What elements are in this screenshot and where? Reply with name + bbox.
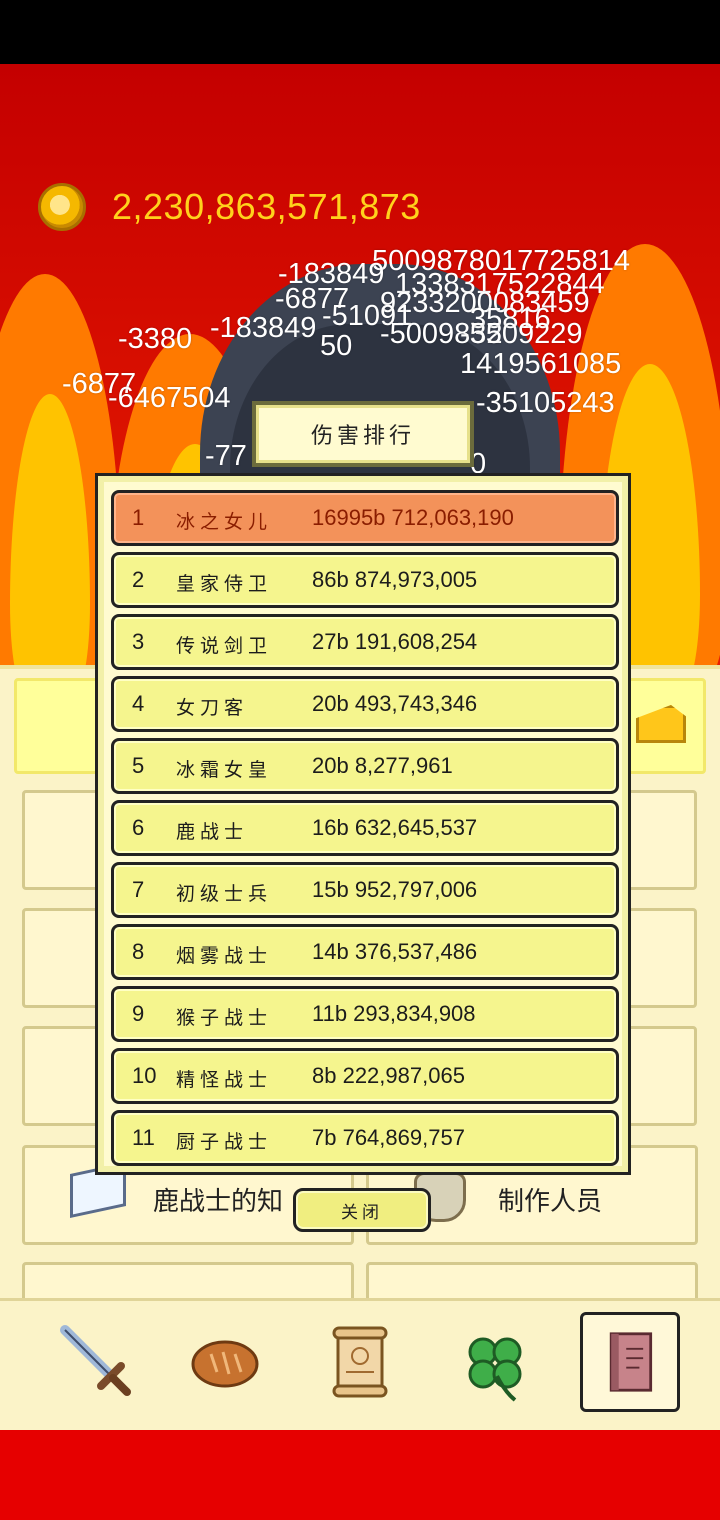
hero-name: 烟雾战士 — [176, 945, 273, 967]
nav-sword-button[interactable] — [45, 1312, 145, 1412]
book-icon — [609, 1332, 653, 1392]
coin-icon — [38, 183, 86, 231]
damage-number: -35105243 — [476, 387, 615, 419]
damage-score: 20b 8,277,961 — [312, 753, 453, 778]
damage-number: -6467504 — [108, 382, 231, 414]
damage-score: 15b 952,797,006 — [312, 877, 478, 902]
damage-score: 16995b 712,063,190 — [312, 505, 514, 530]
damage-score: 14b 376,537,486 — [312, 939, 478, 964]
ranking-row: 7 初级士兵 15b 952,797,006 — [111, 862, 619, 918]
hero-name: 鹿战士 — [176, 821, 249, 843]
hero-name: 厨子战士 — [176, 1131, 273, 1153]
damage-number: -77 — [205, 440, 247, 472]
damage-number: -5509229 — [460, 318, 583, 350]
damage-score: 86b 874,973,005 — [312, 567, 478, 592]
hero-name: 皇家侍卫 — [176, 573, 273, 595]
damage-score: 11b 293,834,908 — [312, 1001, 476, 1026]
ranking-row: 4 女刀客 20b 493,743,346 — [111, 676, 619, 732]
hero-name: 冰霜女皇 — [176, 759, 273, 781]
damage-score: 7b 764,869,757 — [312, 1125, 465, 1150]
status-bar — [0, 0, 720, 64]
rank-number: 5 — [132, 753, 145, 778]
ranking-title: 伤害排行 — [252, 401, 474, 467]
rank-number: 4 — [132, 691, 145, 716]
damage-score: 8b 222,987,065 — [312, 1063, 465, 1088]
hero-name: 女刀客 — [176, 697, 249, 719]
hero-name: 初级士兵 — [176, 883, 273, 905]
nav-book-button[interactable] — [580, 1312, 680, 1412]
ranking-row: 5 冰霜女皇 20b 8,277,961 — [111, 738, 619, 794]
rank-number: 1 — [132, 505, 145, 530]
bottom-banner — [0, 1430, 720, 1520]
hero-name: 精怪战士 — [176, 1069, 273, 1091]
nav-scroll-button[interactable] — [310, 1312, 410, 1412]
ranking-row: 9 猴子战士 11b 293,834,908 — [111, 986, 619, 1042]
close-button[interactable]: 关闭 — [293, 1188, 431, 1232]
damage-score: 20b 493,743,346 — [312, 691, 478, 716]
rank-number: 3 — [132, 629, 145, 654]
damage-score: 16b 632,645,537 — [312, 815, 478, 840]
damage-number: -3380 — [118, 323, 193, 355]
knowledge-label: 鹿战士的知 — [153, 1186, 284, 1216]
ranking-row: 11 厨子战士 7b 764,869,757 — [111, 1110, 619, 1166]
ranking-row: 3 传说剑卫 27b 191,608,254 — [111, 614, 619, 670]
rank-number: 11 — [132, 1125, 155, 1150]
hero-name: 冰之女儿 — [176, 511, 273, 533]
sword-icon — [60, 1325, 131, 1396]
rank-number: 2 — [132, 567, 145, 592]
ranking-row: 2 皇家侍卫 86b 874,973,005 — [111, 552, 619, 608]
bread-icon — [191, 1340, 259, 1388]
damage-score: 27b 191,608,254 — [312, 629, 478, 654]
ranking-row: 6 鹿战士 16b 632,645,537 — [111, 800, 619, 856]
gold-counter: 2,230,863,571,873 — [112, 186, 421, 227]
damage-ranking-dialog: 1 冰之女儿 16995b 712,063,190 2 皇家侍卫 86b 874… — [95, 473, 631, 1175]
damage-number: -183849 — [210, 312, 317, 344]
hero-name: 猴子战士 — [176, 1007, 273, 1029]
rank-number: 6 — [132, 815, 145, 840]
rank-number: 10 — [132, 1063, 157, 1088]
nav-bread-button[interactable] — [175, 1312, 275, 1412]
rank-number: 8 — [132, 939, 145, 964]
ranking-row: 1 冰之女儿 16995b 712,063,190 — [111, 490, 619, 546]
rank-number: 9 — [132, 1001, 145, 1026]
damage-number: 50 — [320, 330, 353, 362]
ranking-row: 10 精怪战士 8b 222,987,065 — [111, 1048, 619, 1104]
scroll-icon — [332, 1326, 388, 1398]
hero-name: 传说剑卫 — [176, 635, 273, 657]
clover-icon — [468, 1337, 522, 1402]
ranking-row: 8 烟雾战士 14b 376,537,486 — [111, 924, 619, 980]
nav-clover-button[interactable] — [445, 1312, 545, 1412]
rank-number: 7 — [132, 877, 145, 902]
damage-number: 1419561085 — [460, 348, 622, 380]
credits-label: 制作人员 — [498, 1186, 603, 1216]
